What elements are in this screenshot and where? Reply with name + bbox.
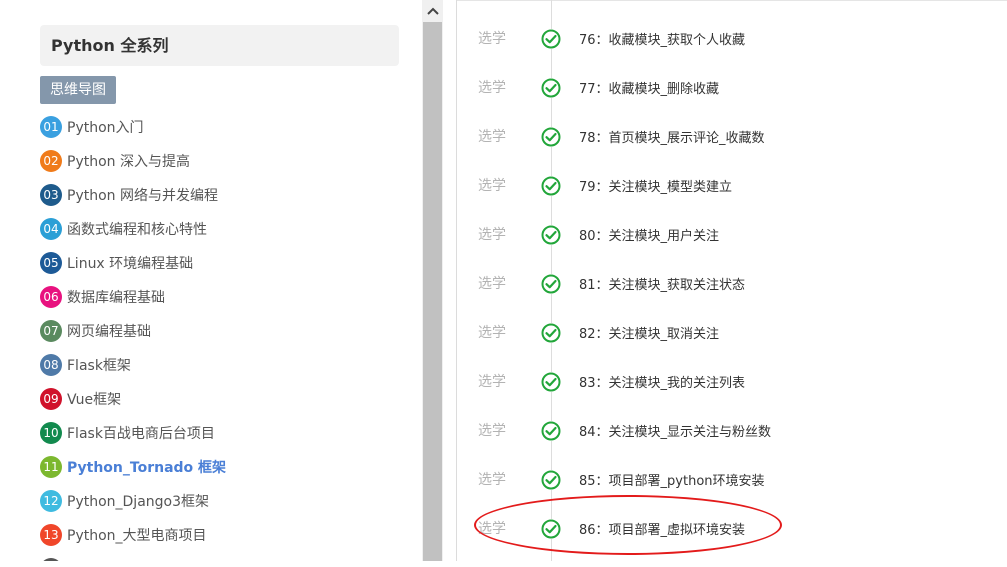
lesson-title: 81：关注模块_获取关注状态 bbox=[579, 278, 746, 293]
series-label: 数据库编程基础 bbox=[67, 290, 165, 306]
series-item[interactable]: 08 Flask框架 bbox=[40, 348, 226, 382]
elective-tag: 选学 bbox=[478, 129, 506, 145]
left-panel: Python 全系列 思维导图 01 Python入门 02 Python 深入与提高… bbox=[0, 0, 420, 561]
check-circle-icon bbox=[541, 274, 561, 294]
series-number-badge: 13 bbox=[40, 524, 62, 546]
elective-tag: 选学 bbox=[478, 423, 506, 439]
series-number-badge: 07 bbox=[40, 320, 62, 342]
lesson-title: 83：关注模块_我的关注列表 bbox=[579, 376, 746, 391]
series-item[interactable]: 07 网页编程基础 bbox=[40, 314, 226, 348]
lesson-row[interactable]: 选学 81：关注模块_获取关注状态 bbox=[457, 273, 1007, 322]
series-label: Python_Tornado 框架 bbox=[67, 460, 227, 476]
series-number-badge: 10 bbox=[40, 422, 62, 444]
elective-tag: 选学 bbox=[478, 276, 506, 292]
series-number-badge: 11 bbox=[40, 456, 62, 478]
lesson-row[interactable]: 选学 80：关注模块_用户关注 bbox=[457, 224, 1007, 273]
series-label: Python_Django3框架 bbox=[67, 494, 210, 510]
lesson-title: 86：项目部署_虚拟环境安装 bbox=[579, 523, 746, 538]
lesson-row[interactable]: 选学 76：收藏模块_获取个人收藏 bbox=[457, 28, 1007, 77]
lesson-row[interactable]: 选学 79：关注模块_模型类建立 bbox=[457, 175, 1007, 224]
series-item[interactable]: 05 Linux 环境编程基础 bbox=[40, 246, 226, 280]
series-item[interactable]: 03 Python 网络与并发编程 bbox=[40, 178, 226, 212]
series-number-badge: 08 bbox=[40, 354, 62, 376]
mindmap-button[interactable]: 思维导图 bbox=[40, 76, 116, 104]
series-label: Python入门 bbox=[67, 120, 144, 136]
lesson-row[interactable]: 选学 83：关注模块_我的关注列表 bbox=[457, 371, 1007, 420]
lesson-row[interactable]: 选学 77：收藏模块_删除收藏 bbox=[457, 77, 1007, 126]
series-label: Flask框架 bbox=[67, 358, 131, 374]
lesson-title: 85：项目部署_python环境安装 bbox=[579, 474, 765, 489]
lesson-row[interactable]: 选学 84：关注模块_显示关注与粉丝数 bbox=[457, 420, 1007, 469]
series-number-badge: 05 bbox=[40, 252, 62, 274]
series-label: 网页编程基础 bbox=[67, 324, 151, 340]
series-item[interactable]: 02 Python 深入与提高 bbox=[40, 144, 226, 178]
elective-tag: 选学 bbox=[478, 325, 506, 341]
course-title: Python 全系列 bbox=[40, 25, 399, 66]
series-number-badge: 03 bbox=[40, 184, 62, 206]
series-label: Python_大型电商项目 bbox=[67, 528, 207, 544]
check-circle-icon bbox=[541, 519, 561, 539]
series-number-badge: 06 bbox=[40, 286, 62, 308]
check-circle-icon bbox=[541, 323, 561, 343]
elective-tag: 选学 bbox=[478, 521, 506, 537]
series-item[interactable]: 06 数据库编程基础 bbox=[40, 280, 226, 314]
lesson-title: 82：关注模块_取消关注 bbox=[579, 327, 720, 342]
series-item[interactable]: 01 Python入门 bbox=[40, 110, 226, 144]
lesson-title: 84：关注模块_显示关注与粉丝数 bbox=[579, 425, 772, 440]
series-item[interactable]: 14 bbox=[40, 552, 226, 561]
series-label: Python 网络与并发编程 bbox=[67, 188, 218, 204]
series-label: Vue框架 bbox=[67, 392, 122, 408]
check-circle-icon bbox=[541, 470, 561, 490]
lesson-row[interactable]: 选学 78：首页模块_展示评论_收藏数 bbox=[457, 126, 1007, 175]
series-number-badge: 02 bbox=[40, 150, 62, 172]
elective-tag: 选学 bbox=[478, 374, 506, 390]
check-circle-icon bbox=[541, 78, 561, 98]
lesson-row[interactable]: 选学 82：关注模块_取消关注 bbox=[457, 322, 1007, 371]
lesson-row[interactable]: 选学 85：项目部署_python环境安装 bbox=[457, 469, 1007, 518]
series-label: Linux 环境编程基础 bbox=[67, 256, 194, 272]
lesson-title: 78：首页模块_展示评论_收藏数 bbox=[579, 131, 765, 146]
elective-tag: 选学 bbox=[478, 31, 506, 47]
lesson-title: 77：收藏模块_删除收藏 bbox=[579, 82, 720, 97]
scroll-thumb[interactable] bbox=[423, 22, 442, 561]
chevron-up-icon[interactable] bbox=[422, 0, 443, 22]
elective-tag: 选学 bbox=[478, 80, 506, 96]
check-circle-icon bbox=[541, 372, 561, 392]
check-circle-icon bbox=[541, 225, 561, 245]
series-list: 01 Python入门 02 Python 深入与提高 03 Python 网络与并发编程… bbox=[40, 110, 226, 561]
series-number-badge: 04 bbox=[40, 218, 62, 240]
lesson-title: 80：关注模块_用户关注 bbox=[579, 229, 720, 244]
series-item[interactable]: 10 Flask百战电商后台项目 bbox=[40, 416, 226, 450]
series-label: Python 深入与提高 bbox=[67, 154, 190, 170]
series-item[interactable]: 09 Vue框架 bbox=[40, 382, 226, 416]
lesson-title: 79：关注模块_模型类建立 bbox=[579, 180, 733, 195]
series-label: Flask百战电商后台项目 bbox=[67, 426, 215, 442]
series-number-badge: 01 bbox=[40, 116, 62, 138]
top-border bbox=[457, 0, 1007, 1]
check-circle-icon bbox=[541, 176, 561, 196]
check-circle-icon bbox=[541, 127, 561, 147]
elective-tag: 选学 bbox=[478, 472, 506, 488]
elective-tag: 选学 bbox=[478, 178, 506, 194]
series-item[interactable]: 11 Python_Tornado 框架 bbox=[40, 450, 226, 484]
lesson-row[interactable]: 选学 86：项目部署_虚拟环境安装 bbox=[457, 518, 1007, 567]
series-number-badge: 09 bbox=[40, 388, 62, 410]
series-item[interactable]: 13 Python_大型电商项目 bbox=[40, 518, 226, 552]
series-item[interactable]: 12 Python_Django3框架 bbox=[40, 484, 226, 518]
check-circle-icon bbox=[541, 29, 561, 49]
scrollbar[interactable] bbox=[422, 0, 443, 561]
series-item[interactable]: 04 函数式编程和核心特性 bbox=[40, 212, 226, 246]
series-label: 函数式编程和核心特性 bbox=[67, 222, 207, 238]
check-circle-icon bbox=[541, 421, 561, 441]
elective-tag: 选学 bbox=[478, 227, 506, 243]
series-number-badge: 12 bbox=[40, 490, 62, 512]
lesson-title: 76：收藏模块_获取个人收藏 bbox=[579, 33, 746, 48]
